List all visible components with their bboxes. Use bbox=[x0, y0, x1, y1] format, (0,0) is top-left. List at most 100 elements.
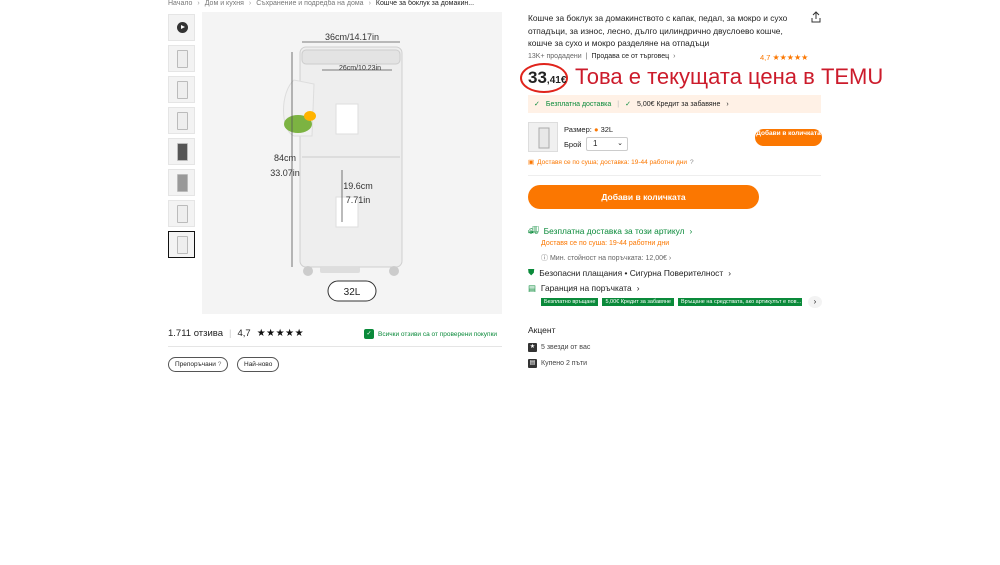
divider bbox=[168, 346, 502, 347]
verified-reviews-note: ✓ Всички отзиви са от проверени покупки bbox=[364, 329, 497, 339]
width-label: 36cm/14.17in bbox=[325, 32, 379, 42]
price-annotation: Това е текущата цена в TEMU bbox=[575, 64, 884, 89]
guarantee-badges: Безплатно връщане 5,00€ Кредит за забавя… bbox=[541, 298, 802, 306]
thumbnail-strip bbox=[168, 14, 195, 262]
thumbnail-active[interactable] bbox=[168, 231, 195, 258]
divider: | bbox=[585, 53, 588, 60]
price-main: 33 bbox=[528, 68, 547, 87]
divider: | bbox=[229, 328, 232, 339]
chevron-right-icon: › bbox=[726, 100, 729, 108]
review-count: 1.711 отзива bbox=[168, 328, 224, 339]
size-label: Размер: bbox=[564, 125, 592, 134]
size-row: Размер: ● 32L bbox=[564, 125, 613, 134]
add-to-cart-small-button[interactable]: Добави в количката bbox=[755, 129, 822, 146]
badge-refund: Връщане на средствата, ако артикулът е п… bbox=[677, 298, 802, 306]
help-icon: ? bbox=[217, 361, 222, 368]
inner-label-cm: 19.6cm bbox=[343, 181, 373, 191]
trash-bin-illustration: 36cm/14.17in 26cm/10.23in 84cm 33.07in 1… bbox=[270, 32, 403, 302]
inner-label-in: 7.71in bbox=[346, 195, 371, 205]
chevron-right-icon: › bbox=[248, 0, 252, 7]
size-thumbnail[interactable] bbox=[528, 122, 558, 152]
divider: | bbox=[617, 100, 620, 108]
size-value[interactable]: 32L bbox=[601, 125, 614, 134]
share-icon[interactable] bbox=[810, 11, 822, 23]
sold-row: 13K+ продадени | Продава се от търговец … bbox=[528, 53, 675, 60]
thumbnail[interactable] bbox=[168, 138, 195, 165]
star-icon: ★ bbox=[528, 343, 537, 352]
truck-icon: ▣ bbox=[528, 159, 535, 166]
info-icon: ⓘ bbox=[541, 255, 548, 262]
free-shipping-row[interactable]: 🚚︎ Безплатна доставка за този артикул › bbox=[528, 225, 692, 236]
delivery-time: Доставя се по суша: 19-44 работни дни bbox=[541, 240, 670, 247]
chevron-right-icon: › bbox=[197, 0, 200, 7]
accent-bought-text: Купено 2 пъти bbox=[541, 360, 588, 367]
product-image[interactable]: 36cm/14.17in 26cm/10.23in 84cm 33.07in 1… bbox=[202, 12, 502, 314]
free-shipping-text: Безплатна доставка за този артикул bbox=[543, 225, 685, 236]
breadcrumb-item[interactable]: Начало bbox=[168, 0, 192, 7]
thumbnail[interactable] bbox=[168, 45, 195, 72]
quantity-value: 1 bbox=[593, 139, 598, 148]
check-icon: ✓ bbox=[625, 101, 631, 108]
chevron-right-icon: › bbox=[636, 283, 640, 293]
quantity-select[interactable]: 1 ⌄ bbox=[586, 137, 628, 151]
chevron-right-icon: › bbox=[368, 0, 371, 7]
play-icon bbox=[177, 22, 188, 33]
check-icon: ✓ bbox=[534, 101, 540, 108]
accent-title: Акцент bbox=[528, 325, 556, 335]
secure-payment-row[interactable]: ⛊ Безопасни плащания • Сигурна Поверител… bbox=[528, 267, 731, 278]
thumbnail[interactable] bbox=[168, 169, 195, 196]
delay-credit-link[interactable]: 5,00€ Кредит за забавяне bbox=[637, 101, 720, 108]
capacity-label: 32L bbox=[344, 287, 361, 298]
thumbnail-video[interactable] bbox=[168, 14, 195, 41]
product-title: Кошче за боклук за домакинството с капак… bbox=[528, 13, 788, 48]
review-rating: 4,7 bbox=[237, 328, 251, 339]
verified-text: Всички отзиви са от проверени покупки bbox=[378, 330, 498, 338]
breadcrumb: Начало › Дом и кухня › Съхранение и подред… bbox=[168, 0, 474, 7]
chevron-right-icon: › bbox=[673, 53, 676, 60]
product-rating[interactable]: 4,7 ★★★★★ bbox=[760, 53, 808, 62]
divider bbox=[528, 175, 821, 176]
chevron-right-icon: › bbox=[668, 255, 672, 262]
thumbnail[interactable] bbox=[168, 107, 195, 134]
filter-recommended[interactable]: Препоръчани ? bbox=[168, 357, 229, 372]
rating-value: 4,7 bbox=[760, 53, 771, 62]
order-guarantee-row[interactable]: ▤ Гаранция на поръчката › bbox=[528, 283, 640, 293]
help-icon[interactable]: ? bbox=[690, 159, 694, 166]
filter-newest-label: Най-ново bbox=[244, 361, 273, 368]
height-label-cm: 84cm bbox=[274, 153, 296, 163]
delivery-note: ▣ Доставя се по суша; доставка: 19-44 ра… bbox=[528, 158, 694, 167]
accent-bought-row: ▤ Купено 2 пъти bbox=[528, 359, 587, 368]
delivery-note-text: Доставя се по суша; доставка: 19-44 рабо… bbox=[537, 158, 687, 166]
fire-icon: ● bbox=[593, 125, 599, 134]
min-order-row: ⓘ Мин. стойност на поръчката: 12,00€ › bbox=[541, 253, 671, 263]
shield-check-icon: ✓ bbox=[364, 329, 374, 339]
reviews-header: 1.711 отзива | 4,7 ★★★★★ bbox=[168, 328, 304, 339]
filter-recommended-label: Препоръчани bbox=[175, 361, 216, 368]
thumbnail[interactable] bbox=[168, 200, 195, 227]
chevron-right-icon[interactable]: › bbox=[808, 296, 822, 308]
accent-stars-row: ★ 5 звезди от вас bbox=[528, 343, 590, 352]
filter-newest[interactable]: Най-ново bbox=[237, 357, 280, 372]
chevron-right-icon: › bbox=[689, 225, 693, 236]
breadcrumb-item[interactable]: Дом и кухня bbox=[205, 0, 244, 7]
star-rating-icon: ★★★★★ bbox=[256, 328, 305, 339]
add-to-cart-button[interactable]: Добави в количката bbox=[528, 185, 759, 209]
shipping-banner: ✓ Безплатна доставка | ✓ 5,00€ Кредит за… bbox=[528, 95, 821, 113]
free-shipping-label: Безплатна доставка bbox=[545, 100, 612, 108]
truck-icon: 🚚︎ bbox=[528, 225, 539, 235]
sold-count: 13K+ продадени bbox=[528, 53, 582, 60]
badge-delay-credit: 5,00€ Кредит за забавяне bbox=[602, 298, 674, 306]
thumbnail[interactable] bbox=[168, 76, 195, 103]
guarantee-icon: ▤ bbox=[528, 283, 536, 293]
breadcrumb-item[interactable]: Съхранение и подредба на дома bbox=[256, 0, 363, 7]
depth-label: 26cm/10.23in bbox=[339, 65, 381, 72]
chevron-down-icon: ⌄ bbox=[617, 140, 623, 147]
secure-payment-text: Безопасни плащания • Сигурна Поверително… bbox=[539, 267, 724, 278]
seller-link[interactable]: Продава се от търговец bbox=[591, 53, 669, 60]
price-decimal: ,41€ bbox=[546, 75, 567, 86]
height-label-in: 33.07in bbox=[270, 168, 300, 178]
star-rating-icon: ★★★★★ bbox=[772, 53, 809, 62]
badge-free-return: Безплатно връщане bbox=[541, 298, 599, 306]
breadcrumb-current: Кошче за боклук за домакин... bbox=[375, 0, 475, 7]
accent-stars-text: 5 звезди от вас bbox=[541, 344, 591, 351]
